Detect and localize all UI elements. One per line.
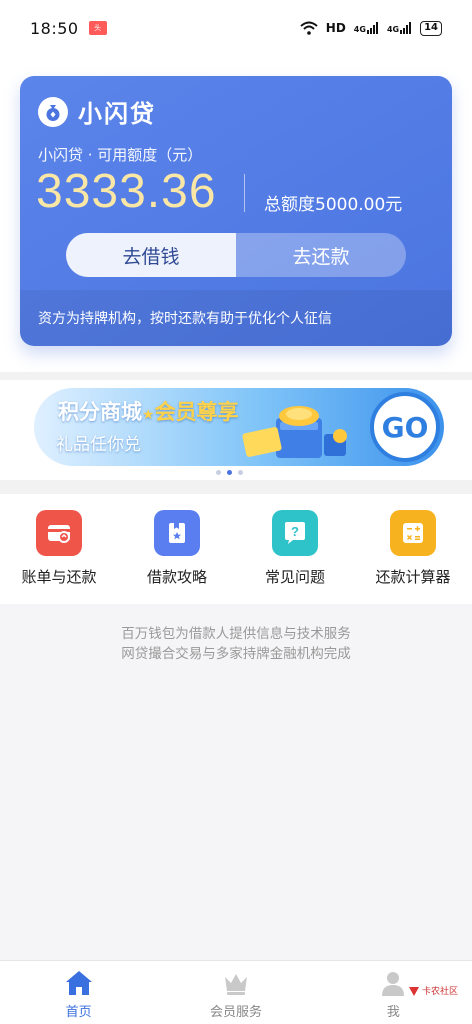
svg-text:?: ? (291, 524, 299, 539)
action-faq[interactable]: ? 常见问题 (236, 494, 354, 604)
signal-icon-2: 4G (387, 22, 412, 34)
wifi-icon (300, 21, 318, 35)
go-button[interactable]: GO (370, 392, 440, 462)
watermark-logo: 卡农社区 (408, 984, 458, 997)
available-amount: 3333.36 (36, 165, 217, 218)
divider (244, 174, 245, 212)
tab-label: 会员服务 (209, 1005, 262, 1020)
tab-label: 我 (386, 1005, 400, 1020)
action-label: 账单与还款 (21, 568, 97, 586)
action-repayment-calculator[interactable]: 还款计算器 (354, 494, 472, 604)
crown-icon (224, 974, 247, 995)
pager-dot-active[interactable] (227, 470, 232, 475)
action-label: 还款计算器 (375, 568, 451, 586)
battery-icon: 14 (420, 20, 442, 36)
credit-card: 小闪贷 小闪贷 · 可用额度（元） 3333.36 总额度5000.00元 去借… (20, 76, 452, 346)
tab-home[interactable]: 首页 (0, 961, 157, 1024)
available-limit-label: 小闪贷 · 可用额度（元） (38, 146, 203, 164)
pager-dot[interactable] (238, 470, 243, 475)
home-icon (65, 971, 92, 995)
status-indicators: HD 4G 4G 14 (300, 20, 442, 36)
repay-button[interactable]: 去还款 (236, 233, 406, 277)
bill-icon (36, 510, 82, 556)
status-time: 18:50 (30, 18, 79, 38)
action-label: 借款攻略 (146, 568, 207, 586)
calculator-icon (390, 510, 436, 556)
gift-box-icon (242, 406, 347, 458)
banner-title: 积分商城★会员尊享 (58, 400, 239, 424)
section-divider (0, 372, 472, 380)
banner-pager (216, 470, 243, 475)
disclaimer: 百万钱包为借款人提供信息与技术服务 网贷撮合交易与多家持牌金融机构完成 (0, 624, 472, 664)
tab-label: 首页 (65, 1005, 92, 1020)
section-divider (0, 480, 472, 494)
guide-book-icon (154, 510, 200, 556)
bottom-tab-bar: 首页 会员服务 我 (0, 960, 472, 1024)
loan-action-group: 去借钱 去还款 (66, 233, 406, 277)
brand: 小闪贷 (38, 94, 156, 129)
total-limit: 总额度5000.00元 (264, 195, 403, 215)
action-loan-guide[interactable]: 借款攻略 (118, 494, 236, 604)
action-label: 常见问题 (264, 568, 325, 586)
borrow-button[interactable]: 去借钱 (66, 233, 236, 277)
user-icon (382, 972, 405, 996)
question-icon: ? (272, 510, 318, 556)
points-mall-banner[interactable]: 积分商城★会员尊享 礼品任你兑 GO (34, 388, 444, 466)
money-bag-icon (38, 96, 68, 127)
brand-name: 小闪贷 (78, 100, 156, 128)
tab-member-service[interactable]: 会员服务 (157, 961, 314, 1024)
card-footer-note: 资方为持牌机构，按时还款有助于优化个人征信 (20, 290, 452, 346)
banner-subtitle: 礼品任你兑 (56, 435, 141, 455)
status-bar: 18:50 头 HD 4G 4G 14 (0, 0, 472, 56)
quick-actions: 账单与还款 借款攻略 ? 常见问题 还款计算器 (0, 494, 472, 604)
disclaimer-line: 网贷撮合交易与多家持牌金融机构完成 (121, 646, 351, 662)
notification-badge-icon: 头 (88, 21, 107, 35)
pager-dot[interactable] (216, 470, 221, 475)
action-bill-repayment[interactable]: 账单与还款 (0, 494, 118, 604)
signal-icon-1: 4G (354, 22, 379, 34)
disclaimer-line: 百万钱包为借款人提供信息与技术服务 (121, 626, 351, 642)
network-type: HD (325, 21, 346, 35)
